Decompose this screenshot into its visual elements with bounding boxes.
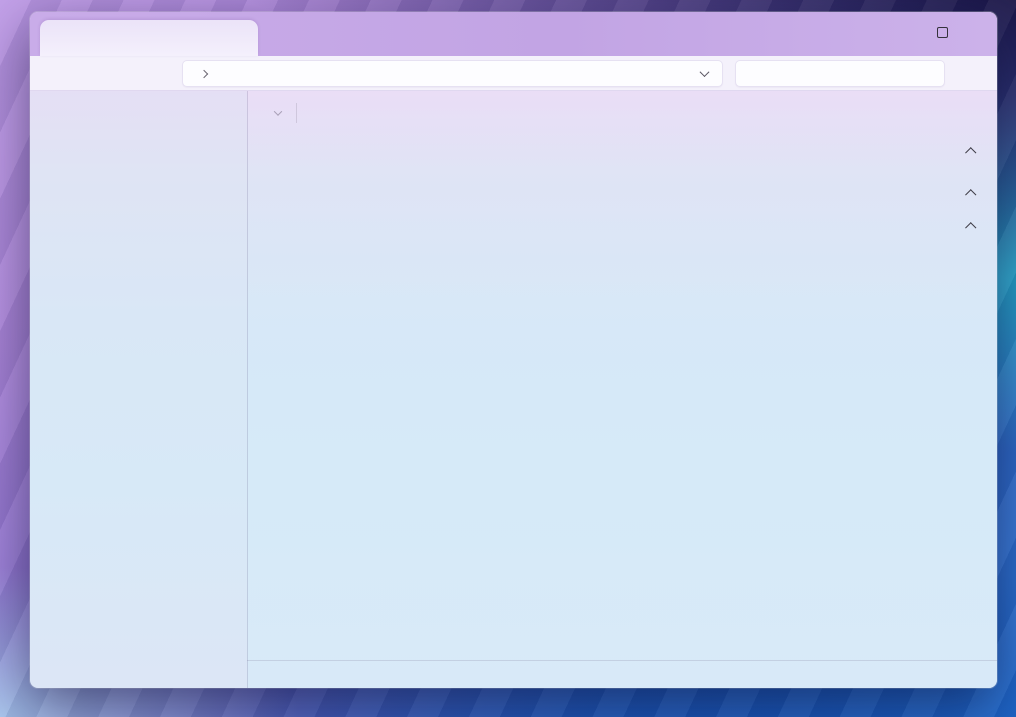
tab-home[interactable] bbox=[40, 20, 258, 56]
collapse-chevron-icon[interactable] bbox=[965, 189, 976, 200]
back-button[interactable] bbox=[42, 59, 76, 87]
home-page bbox=[247, 134, 997, 660]
minimize-button[interactable] bbox=[896, 14, 927, 50]
up-button[interactable] bbox=[110, 59, 144, 87]
toolbar bbox=[247, 91, 997, 134]
address-dropdown-button[interactable] bbox=[697, 68, 712, 79]
breadcrumb-chevron-icon bbox=[201, 64, 207, 82]
close-button[interactable] bbox=[958, 14, 989, 50]
forward-button[interactable] bbox=[76, 59, 110, 87]
collapse-chevron-icon[interactable] bbox=[965, 148, 976, 159]
toolbar-divider bbox=[296, 103, 297, 123]
navigation-bar bbox=[30, 56, 997, 91]
window-controls bbox=[896, 14, 989, 50]
address-bar[interactable] bbox=[182, 60, 723, 87]
refresh-button[interactable] bbox=[144, 59, 178, 87]
search-box bbox=[735, 60, 945, 87]
tab-close-icon[interactable] bbox=[231, 29, 250, 48]
quick-access-header bbox=[264, 148, 980, 156]
new-tab-button[interactable] bbox=[279, 25, 303, 49]
new-button[interactable] bbox=[263, 110, 281, 116]
drives-header bbox=[264, 190, 980, 198]
tab-bar bbox=[30, 12, 997, 56]
settings-button[interactable] bbox=[951, 59, 983, 87]
search-input[interactable] bbox=[746, 65, 936, 81]
file-explorer-window bbox=[30, 12, 997, 688]
collapse-chevron-icon[interactable] bbox=[965, 223, 976, 234]
recent-files-header bbox=[264, 223, 980, 231]
maximize-button[interactable] bbox=[927, 14, 958, 50]
maximize-icon bbox=[937, 27, 948, 38]
status-bar bbox=[247, 660, 997, 688]
sidebar bbox=[30, 91, 247, 688]
chevron-down-icon bbox=[274, 107, 282, 115]
main-pane bbox=[247, 91, 997, 688]
